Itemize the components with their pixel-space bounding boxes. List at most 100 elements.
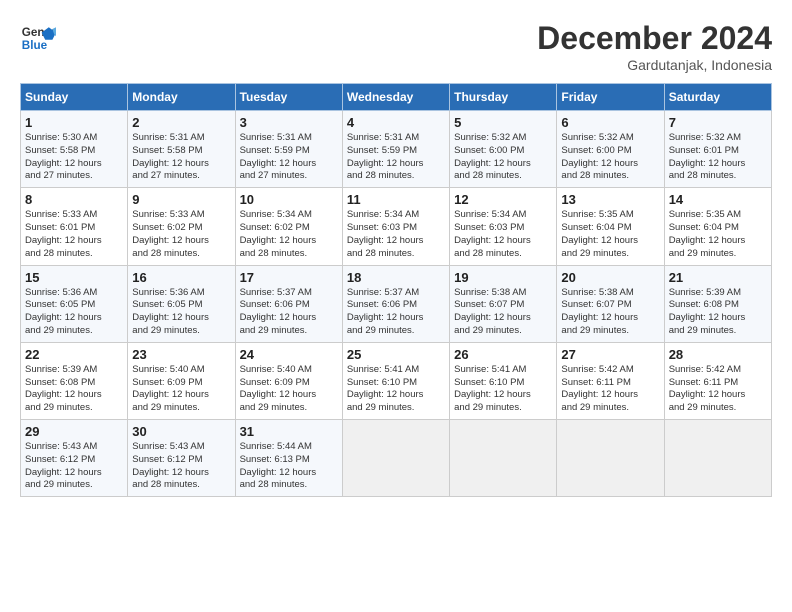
day-number: 15 <box>25 270 123 285</box>
calendar-table: Sunday Monday Tuesday Wednesday Thursday… <box>20 83 772 497</box>
day-number: 23 <box>132 347 230 362</box>
day-cell-8: 8 Sunrise: 5:33 AM Sunset: 6:01 PM Daylig… <box>21 188 128 265</box>
day-cell-25: 25Sunrise: 5:41 AM Sunset: 6:10 PM Dayli… <box>342 342 449 419</box>
calendar-week-row: 15 Sunrise: 5:36 AM Sunset: 6:05 PM Dayli… <box>21 265 772 342</box>
calendar-week-row: 29 Sunrise: 5:43 AM Sunset: 6:12 PM Dayli… <box>21 420 772 497</box>
day-info: Sunrise: 5:44 AM Sunset: 6:13 PM Dayligh… <box>240 441 338 492</box>
day-info: Sunrise: 5:31 AM Sunset: 5:58 PM Dayligh… <box>132 132 230 183</box>
day-number: 1 <box>25 115 123 130</box>
empty-day-cell <box>557 420 664 497</box>
day-number: 18 <box>347 270 445 285</box>
day-cell-27: 27 Sunrise: 5:42 AM Sunset: 6:11 PM Dayli… <box>557 342 664 419</box>
day-info: Sunrise: 5:32 AM Sunset: 6:00 PM Dayligh… <box>561 132 659 183</box>
logo-icon: General Blue <box>20 20 56 56</box>
day-number: 25 <box>347 347 445 362</box>
day-number: 12 <box>454 192 552 207</box>
day-number: 29 <box>25 424 123 439</box>
day-number: 16 <box>132 270 230 285</box>
logo: General Blue <box>20 20 56 56</box>
day-cell-19: 19 Sunrise: 5:38 AM Sunset: 6:07 PM Dayli… <box>450 265 557 342</box>
day-number: 4 <box>347 115 445 130</box>
day-cell-15: 15Sunrise: 5:36 AM Sunset: 6:05 PM Dayli… <box>21 265 128 342</box>
day-info: Sunrise: 5:34 AM Sunset: 6:03 PM Dayligh… <box>454 209 552 260</box>
day-info: Sunrise: 5:32 AM Sunset: 6:00 PM Dayligh… <box>454 132 552 183</box>
page-header: General Blue December 2024 Gardutanjak, … <box>20 20 772 73</box>
day-info: Sunrise: 5:33 AM Sunset: 6:01 PM Dayligh… <box>25 209 123 260</box>
calendar-week-row: 1 Sunrise: 5:30 AM Sunset: 5:58 PM Daylig… <box>21 111 772 188</box>
day-number: 20 <box>561 270 659 285</box>
day-info: Sunrise: 5:42 AM Sunset: 6:11 PM Dayligh… <box>669 364 767 415</box>
empty-day-cell <box>664 420 771 497</box>
day-number: 19 <box>454 270 552 285</box>
day-cell-29: 29Sunrise: 5:43 AM Sunset: 6:12 PM Dayli… <box>21 420 128 497</box>
day-cell-28: 28Sunrise: 5:42 AM Sunset: 6:11 PM Dayli… <box>664 342 771 419</box>
day-info: Sunrise: 5:34 AM Sunset: 6:03 PM Dayligh… <box>347 209 445 260</box>
day-number: 10 <box>240 192 338 207</box>
day-info: Sunrise: 5:42 AM Sunset: 6:11 PM Dayligh… <box>561 364 659 415</box>
day-number: 8 <box>25 192 123 207</box>
day-number: 27 <box>561 347 659 362</box>
day-number: 7 <box>669 115 767 130</box>
svg-text:Blue: Blue <box>22 39 48 52</box>
day-info: Sunrise: 5:37 AM Sunset: 6:06 PM Dayligh… <box>347 287 445 338</box>
col-sunday: Sunday <box>21 84 128 111</box>
day-number: 21 <box>669 270 767 285</box>
day-cell-30: 30 Sunrise: 5:43 AM Sunset: 6:12 PM Dayli… <box>128 420 235 497</box>
day-cell-23: 23 Sunrise: 5:40 AM Sunset: 6:09 PM Dayli… <box>128 342 235 419</box>
day-number: 2 <box>132 115 230 130</box>
day-info: Sunrise: 5:43 AM Sunset: 6:12 PM Dayligh… <box>132 441 230 492</box>
col-saturday: Saturday <box>664 84 771 111</box>
day-cell-6: 6 Sunrise: 5:32 AM Sunset: 6:00 PM Daylig… <box>557 111 664 188</box>
day-info: Sunrise: 5:37 AM Sunset: 6:06 PM Dayligh… <box>240 287 338 338</box>
day-info: Sunrise: 5:35 AM Sunset: 6:04 PM Dayligh… <box>669 209 767 260</box>
day-info: Sunrise: 5:36 AM Sunset: 6:05 PM Dayligh… <box>132 287 230 338</box>
day-cell-2: 2 Sunrise: 5:31 AM Sunset: 5:58 PM Daylig… <box>128 111 235 188</box>
calendar-week-row: 8 Sunrise: 5:33 AM Sunset: 6:01 PM Daylig… <box>21 188 772 265</box>
day-number: 13 <box>561 192 659 207</box>
day-cell-1: 1 Sunrise: 5:30 AM Sunset: 5:58 PM Daylig… <box>21 111 128 188</box>
day-number: 9 <box>132 192 230 207</box>
day-cell-7: 7 Sunrise: 5:32 AM Sunset: 6:01 PM Daylig… <box>664 111 771 188</box>
calendar-header-row: Sunday Monday Tuesday Wednesday Thursday… <box>21 84 772 111</box>
month-title: December 2024 <box>537 20 772 57</box>
day-info: Sunrise: 5:31 AM Sunset: 5:59 PM Dayligh… <box>347 132 445 183</box>
day-cell-5: 5 Sunrise: 5:32 AM Sunset: 6:00 PM Daylig… <box>450 111 557 188</box>
day-cell-10: 10 Sunrise: 5:34 AM Sunset: 6:02 PM Dayli… <box>235 188 342 265</box>
day-info: Sunrise: 5:38 AM Sunset: 6:07 PM Dayligh… <box>561 287 659 338</box>
day-number: 30 <box>132 424 230 439</box>
day-cell-24: 24Sunrise: 5:40 AM Sunset: 6:09 PM Dayli… <box>235 342 342 419</box>
day-cell-11: 11 Sunrise: 5:34 AM Sunset: 6:03 PM Dayli… <box>342 188 449 265</box>
day-cell-16: 16 Sunrise: 5:36 AM Sunset: 6:05 PM Dayli… <box>128 265 235 342</box>
day-cell-12: 12 Sunrise: 5:34 AM Sunset: 6:03 PM Dayli… <box>450 188 557 265</box>
day-info: Sunrise: 5:33 AM Sunset: 6:02 PM Dayligh… <box>132 209 230 260</box>
day-number: 5 <box>454 115 552 130</box>
day-cell-14: 14 Sunrise: 5:35 AM Sunset: 6:04 PM Dayli… <box>664 188 771 265</box>
day-info: Sunrise: 5:40 AM Sunset: 6:09 PM Dayligh… <box>132 364 230 415</box>
day-number: 14 <box>669 192 767 207</box>
day-info: Sunrise: 5:35 AM Sunset: 6:04 PM Dayligh… <box>561 209 659 260</box>
day-cell-9: 9 Sunrise: 5:33 AM Sunset: 6:02 PM Daylig… <box>128 188 235 265</box>
day-cell-22: 22 Sunrise: 5:39 AM Sunset: 6:08 PM Dayli… <box>21 342 128 419</box>
day-info: Sunrise: 5:30 AM Sunset: 5:58 PM Dayligh… <box>25 132 123 183</box>
day-info: Sunrise: 5:38 AM Sunset: 6:07 PM Dayligh… <box>454 287 552 338</box>
col-monday: Monday <box>128 84 235 111</box>
day-info: Sunrise: 5:39 AM Sunset: 6:08 PM Dayligh… <box>669 287 767 338</box>
day-info: Sunrise: 5:41 AM Sunset: 6:10 PM Dayligh… <box>454 364 552 415</box>
day-cell-18: 18 Sunrise: 5:37 AM Sunset: 6:06 PM Dayli… <box>342 265 449 342</box>
day-cell-26: 26 Sunrise: 5:41 AM Sunset: 6:10 PM Dayli… <box>450 342 557 419</box>
day-cell-21: 21 Sunrise: 5:39 AM Sunset: 6:08 PM Dayli… <box>664 265 771 342</box>
day-number: 26 <box>454 347 552 362</box>
day-info: Sunrise: 5:40 AM Sunset: 6:09 PM Dayligh… <box>240 364 338 415</box>
day-number: 22 <box>25 347 123 362</box>
day-cell-13: 13 Sunrise: 5:35 AM Sunset: 6:04 PM Dayli… <box>557 188 664 265</box>
day-number: 11 <box>347 192 445 207</box>
day-number: 6 <box>561 115 659 130</box>
empty-day-cell <box>342 420 449 497</box>
title-block: December 2024 Gardutanjak, Indonesia <box>537 20 772 73</box>
day-info: Sunrise: 5:34 AM Sunset: 6:02 PM Dayligh… <box>240 209 338 260</box>
col-tuesday: Tuesday <box>235 84 342 111</box>
day-info: Sunrise: 5:39 AM Sunset: 6:08 PM Dayligh… <box>25 364 123 415</box>
col-friday: Friday <box>557 84 664 111</box>
col-wednesday: Wednesday <box>342 84 449 111</box>
day-info: Sunrise: 5:32 AM Sunset: 6:01 PM Dayligh… <box>669 132 767 183</box>
